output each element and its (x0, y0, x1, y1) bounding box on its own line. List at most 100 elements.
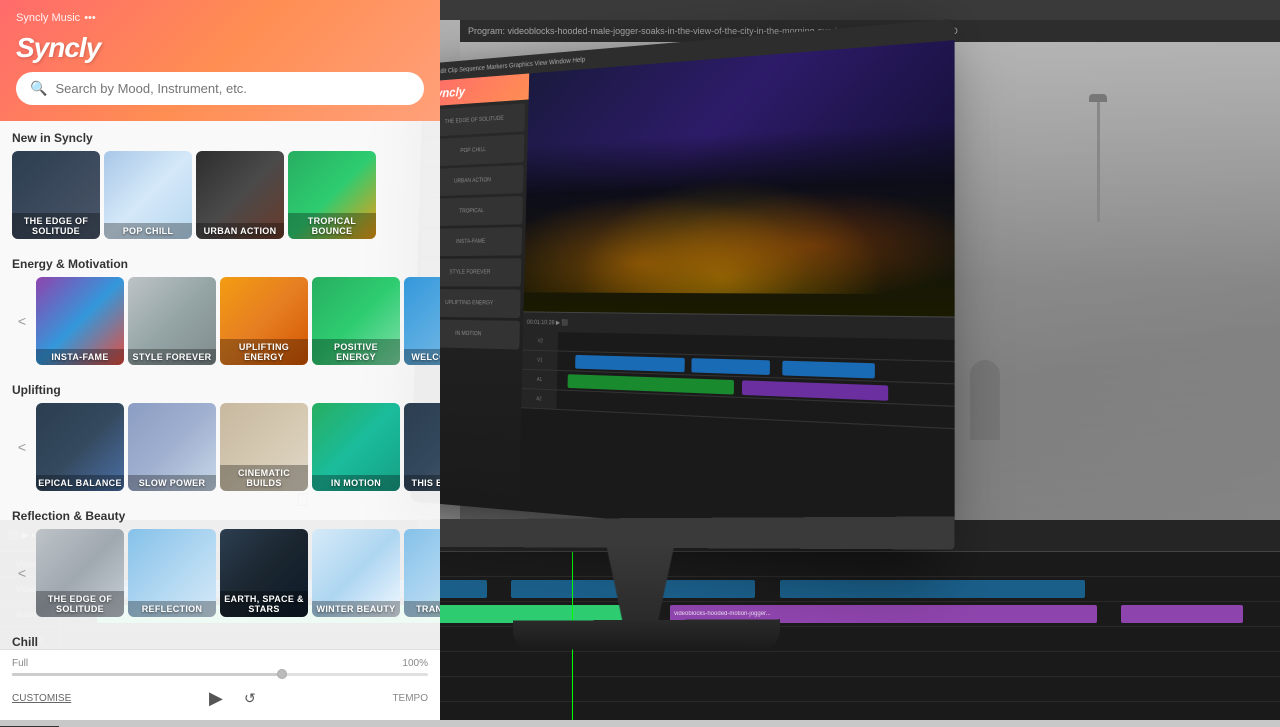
card-label-insta: INSTA-FAME (36, 349, 124, 365)
card-label-winter: WINTER BEAUTY (312, 601, 400, 617)
new-in-syncly-grid: THE EDGE OF SOLITUDE POP CHILL URBAN ACT… (0, 151, 440, 247)
card-label-cinematic: CINEMATIC BUILDS (220, 465, 308, 491)
card-uplifting-energy[interactable]: UPLIFTING ENERGY (220, 277, 308, 365)
tempo-label: TEMPO (392, 693, 428, 704)
card-edge-solitude2[interactable]: THE EDGE OF SOLITUDE (36, 529, 124, 617)
card-label-edge2: THE EDGE OF SOLITUDE (36, 591, 124, 617)
card-label-slow: SLOW POWER (128, 475, 216, 491)
track-label-3: A1 (522, 370, 557, 390)
card-slow-power[interactable]: SLOW POWER (128, 403, 216, 491)
clip-v3 (782, 361, 874, 379)
clip-a2 (742, 380, 888, 400)
street-lamp (1097, 102, 1100, 222)
footer-right-controls: TEMPO (392, 693, 428, 704)
premiere-preview (524, 40, 955, 316)
premiere-ui-inner: File Edit Clip Sequence Markers Graphics… (410, 19, 954, 549)
customise-button[interactable]: CUSTOMISE (12, 693, 71, 704)
search-icon: 🔍 (30, 80, 47, 97)
card-winter-beauty[interactable]: WINTER BEAUTY (312, 529, 400, 617)
card-edge-solitude[interactable]: THE EDGE OF SOLITUDE (12, 151, 100, 239)
card-label-reflection: REFLECTION (128, 601, 216, 617)
card-label-tranq: TRANQUILITY (404, 601, 440, 617)
city-lights (524, 128, 955, 294)
syncly-logo: Syncly (16, 32, 424, 64)
slider-fill (12, 673, 282, 676)
imac-stand-neck (584, 543, 698, 625)
imac-screen-content: File Edit Clip Sequence Markers Graphics… (410, 19, 954, 549)
timeline-timecode: 00:01:10:28 ▶ ⬛ (527, 319, 569, 326)
card-label-urban: URBAN ACTION (196, 223, 284, 239)
card-label-tropical: TROPICAL BOUNCE (288, 213, 376, 239)
lamp-head (1089, 94, 1107, 102)
card-insta-fame[interactable]: INSTA-FAME (36, 277, 124, 365)
card-label-business: THIS BUSINESS (404, 475, 440, 491)
premiere-right-panel: 00:01:10:28 ▶ ⬛ V2 V1 (519, 40, 955, 549)
timeline-clip-a1c[interactable] (1121, 605, 1243, 623)
uplifting-prev-arrow[interactable]: < (12, 403, 32, 491)
premiere-main-area: Syncly THE EDGE OF SOLITUDE POP CHILL UR… (410, 40, 954, 549)
refresh-button[interactable]: ↺ (238, 686, 262, 710)
section-title-uplifting: Uplifting (0, 373, 440, 403)
syncly-header: Syncly Music ••• Syncly 🔍 (0, 0, 440, 121)
card-label-edge: THE EDGE OF SOLITUDE (12, 213, 100, 239)
slider-thumb[interactable] (277, 669, 287, 679)
section-title-chill: Chill (0, 625, 440, 649)
energy-grid: < INSTA-FAME STYLE FOREVER UPLIFTING ENE… (0, 277, 440, 373)
card-pop-chill[interactable]: POP CHILL (104, 151, 192, 239)
imac-chin (417, 516, 955, 549)
footer-controls: CUSTOMISE ▶ ↺ TEMPO (12, 684, 428, 712)
card-welcome[interactable]: WELCOME TO... (404, 277, 440, 365)
search-input[interactable] (55, 81, 410, 96)
card-label-epical: EPICAL BALANCE (36, 475, 124, 491)
syncly-top-bar: Syncly Music ••• (16, 12, 424, 24)
footer-center-controls: ▶ ↺ (202, 684, 262, 712)
syncly-footer: Full 100% CUSTOMISE ▶ ↺ TEMPO (0, 649, 440, 720)
imac-stand-base (513, 619, 780, 651)
card-label-welcome: WELCOME TO... (404, 349, 440, 365)
card-earth-space[interactable]: EARTH, SPACE & STARS (220, 529, 308, 617)
track-label-2: V1 (522, 351, 557, 370)
card-label-uplifting: UPLIFTING ENERGY (220, 339, 308, 365)
card-cinematic[interactable]: CINEMATIC BUILDS (220, 403, 308, 491)
clip-v1 (575, 355, 685, 372)
uplifting-grid: < EPICAL BALANCE SLOW POWER CINEMATIC BU… (0, 403, 440, 499)
card-label-positive: POSITIVE ENERGY (312, 339, 400, 365)
card-style-forever[interactable]: STYLE FOREVER (128, 277, 216, 365)
play-button[interactable]: ▶ (202, 684, 230, 712)
imac-screen: File Edit Clip Sequence Markers Graphics… (410, 19, 954, 549)
premiere-timeline-inner: 00:01:10:28 ▶ ⬛ V2 V1 (519, 311, 955, 549)
slider-track[interactable] (12, 673, 428, 676)
section-title-reflection: Reflection & Beauty (0, 499, 440, 529)
syncly-menu-dots[interactable]: ••• (84, 12, 96, 24)
section-title-new: New in Syncly (0, 121, 440, 151)
card-label-style: STYLE FOREVER (128, 349, 216, 365)
track-label-4: A2 (521, 389, 556, 409)
search-bar[interactable]: 🔍 (16, 72, 424, 105)
card-label-motion: IN MOTION (312, 475, 400, 491)
reflection-prev-arrow[interactable]: < (12, 529, 32, 617)
card-epical[interactable]: EPICAL BALANCE (36, 403, 124, 491)
card-label-earth: EARTH, SPACE & STARS (220, 591, 308, 617)
card-tropical-bounce[interactable]: TROPICAL BOUNCE (288, 151, 376, 239)
card-label-popchill: POP CHILL (104, 223, 192, 239)
syncly-music-panel: Syncly Music ••• Syncly 🔍 New in Syncly … (0, 0, 440, 720)
section-title-energy: Energy & Motivation (0, 247, 440, 277)
syncly-music-label: Syncly Music ••• (16, 12, 96, 24)
syncly-content-area[interactable]: New in Syncly THE EDGE OF SOLITUDE POP C… (0, 121, 440, 649)
card-in-motion[interactable]: IN MOTION (312, 403, 400, 491)
clip-v2 (692, 358, 771, 375)
slider-container (12, 673, 428, 676)
footer-row1: Full 100% (12, 658, 428, 669)
energy-prev-arrow[interactable]: < (12, 277, 32, 365)
card-urban-action[interactable]: URBAN ACTION (196, 151, 284, 239)
tempo-percent: 100% (402, 658, 428, 669)
card-reflection[interactable]: REFLECTION (128, 529, 216, 617)
footer-left-controls: CUSTOMISE (12, 693, 71, 704)
track-label-1: V2 (523, 331, 558, 350)
syncly-music-text: Syncly Music (16, 12, 80, 24)
reflection-grid: < THE EDGE OF SOLITUDE REFLECTION EARTH,… (0, 529, 440, 625)
card-tranquility[interactable]: TRANQUILITY (404, 529, 440, 617)
card-positive-energy[interactable]: POSITIVE ENERGY (312, 277, 400, 365)
card-this-business[interactable]: THIS BUSINESS (404, 403, 440, 491)
full-label: Full (12, 658, 28, 669)
